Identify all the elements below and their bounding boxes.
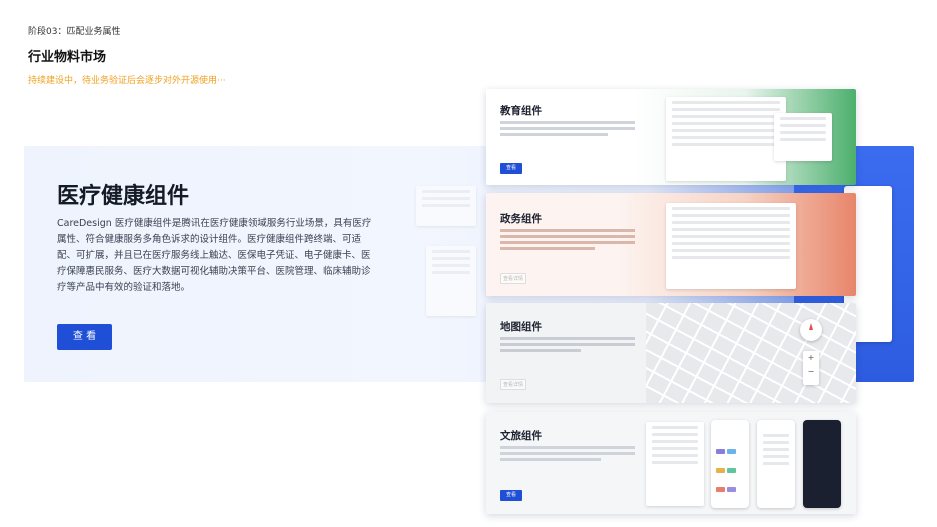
stage-header: 阶段03：匹配业务属性 行业物料市场 持续建设中，待业务验证后会逐步对外开源使用… — [28, 24, 226, 86]
hero-title: 医疗健康组件 — [57, 184, 190, 209]
travel-phone-preview — [757, 420, 795, 508]
preview-panel — [426, 246, 476, 316]
card-view-button[interactable]: 查看详情 — [500, 379, 526, 390]
map-preview — [646, 303, 856, 403]
zoom-in-icon[interactable]: + — [803, 351, 819, 365]
education-component-card: 教育组件 查看 — [486, 89, 856, 185]
hero-description: CareDesign 医疗健康组件是腾讯在医疗健康领域服务行业场景，具有医疗属性… — [57, 218, 372, 293]
preview-panel — [416, 186, 476, 226]
page-note: 持续建设中，待业务验证后会逐步对外开源使用··· — [28, 76, 226, 86]
card-view-button[interactable]: 查看详情 — [500, 273, 526, 284]
zoom-control[interactable]: + − — [803, 351, 819, 385]
card-view-button[interactable]: 查看 — [500, 163, 522, 174]
stage-label: 阶段03：匹配业务属性 — [28, 27, 121, 37]
card-description — [500, 121, 635, 139]
gov-preview-table — [666, 203, 796, 289]
hero-view-button[interactable]: 查 看 — [57, 324, 112, 350]
government-component-card: 政务组件 查看详情 — [486, 193, 856, 296]
page-title: 行业物料市场 — [28, 50, 107, 65]
card-view-button[interactable]: 查看 — [500, 490, 522, 501]
map-component-card: 地图组件 查看详情 + − — [486, 303, 856, 403]
card-title: 教育组件 — [500, 105, 542, 117]
edu-preview-table — [666, 97, 786, 181]
compass-icon[interactable] — [800, 319, 822, 341]
card-title: 文旅组件 — [500, 430, 542, 442]
travel-phone-preview — [711, 420, 749, 508]
card-title: 地图组件 — [500, 321, 542, 333]
card-description — [500, 446, 635, 461]
card-description — [500, 229, 635, 250]
travel-preview-list — [646, 422, 704, 506]
card-description — [500, 337, 635, 352]
zoom-out-icon[interactable]: − — [803, 365, 819, 379]
travel-phone-preview — [803, 420, 841, 508]
edu-preview-popup — [774, 113, 832, 161]
card-title: 政务组件 — [500, 213, 542, 225]
travel-component-card: 文旅组件 查看 — [486, 412, 856, 514]
